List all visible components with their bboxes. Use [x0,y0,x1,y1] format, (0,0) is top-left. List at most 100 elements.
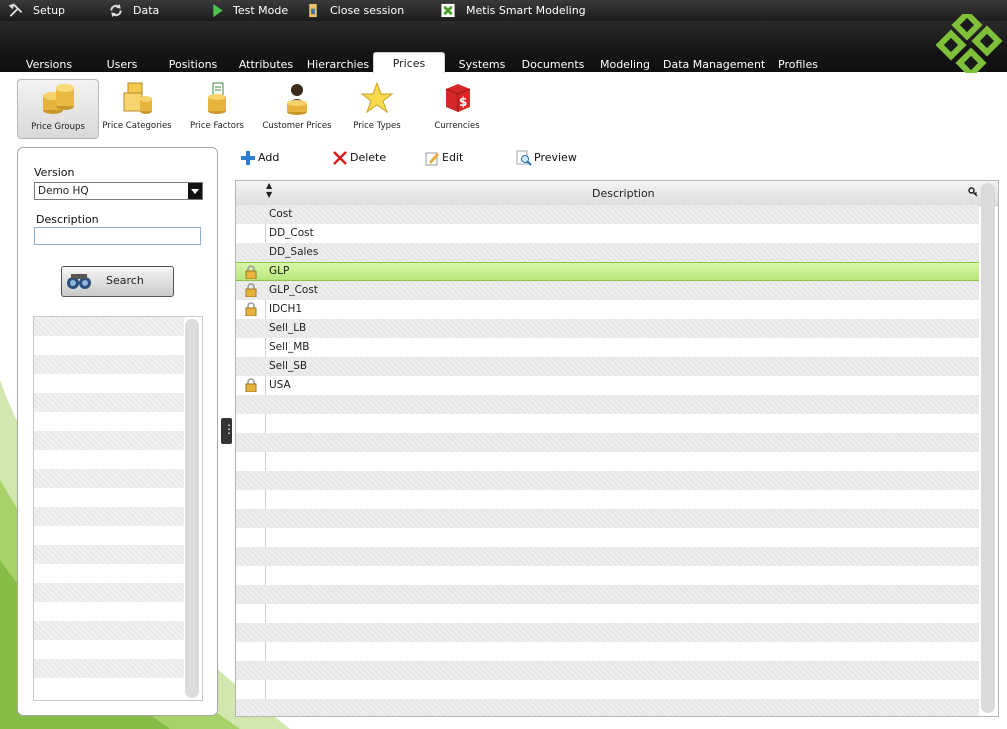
list-item[interactable] [34,431,184,450]
key-icon[interactable] [968,187,978,197]
preview-magnifier-icon [516,150,532,166]
tab-users[interactable]: Users [102,57,142,72]
panel-splitter-handle[interactable] [221,418,235,444]
top-menu-bar: Setup Data Test Mode Close session Metis… [0,0,1007,21]
list-item[interactable] [34,526,184,545]
table-row[interactable]: Cost [236,205,979,224]
delete-button[interactable]: Delete [332,150,392,166]
tab-documents[interactable]: Documents [521,57,585,72]
empty-row [236,395,979,414]
grid-scrollbar[interactable] [981,183,995,713]
price-subnav: Price Groups Price Categories Price Fact… [0,73,1007,139]
sort-icon[interactable]: ▲ ▼ [266,181,272,199]
list-item[interactable] [34,507,184,526]
table-row[interactable]: DD_Cost [236,224,979,243]
subnav-price-factors[interactable]: Price Factors [177,79,257,137]
list-item[interactable] [34,374,184,393]
edit-pencil-icon [425,152,439,166]
lock-icon [245,302,257,316]
table-row[interactable]: Sell_LB [236,319,979,338]
version-value: Demo HQ [38,185,89,197]
list-item[interactable] [34,355,184,374]
tab-attributes[interactable]: Attributes [237,57,295,72]
test-mode-menu[interactable]: Test Mode [210,0,290,21]
data-menu[interactable]: Data [108,0,168,21]
tab-prices[interactable]: Prices [373,52,445,74]
tab-versions[interactable]: Versions [20,57,78,72]
search-button[interactable]: Search [61,266,174,297]
grid-header: ▲ ▼ Description [236,181,998,206]
filter-panel: Version Demo HQ Description Search [17,147,218,716]
table-row[interactable]: GLP_Cost [236,281,979,300]
list-item[interactable] [34,450,184,469]
table-row[interactable]: DD_Sales [236,243,979,262]
description-cell: DD_Sales [269,246,319,258]
list-item[interactable] [34,336,184,355]
subnav-price-types[interactable]: Price Types [337,79,417,137]
list-item[interactable] [34,659,184,678]
version-select[interactable]: Demo HQ [34,182,203,200]
description-cell: Sell_LB [269,322,307,334]
plus-icon [241,151,255,165]
empty-row [236,414,979,433]
empty-row [236,585,979,604]
description-cell: USA [269,379,291,391]
list-item[interactable] [34,564,184,583]
tab-systems[interactable]: Systems [456,57,508,72]
add-button[interactable]: Add [240,150,290,166]
setup-menu[interactable]: Setup [8,0,68,21]
description-cell: Sell_SB [269,360,308,372]
app-title: Metis Smart Modeling [440,0,586,21]
empty-row [236,471,979,490]
description-cell: Cost [269,208,293,220]
list-item[interactable] [34,621,184,640]
edit-button[interactable]: Edit [424,150,474,166]
list-item[interactable] [34,678,184,697]
tab-profiles[interactable]: Profiles [774,57,822,72]
left-result-list[interactable] [33,316,203,701]
close-session-menu[interactable]: Close session [305,0,405,21]
empty-row [236,509,979,528]
tab-data-management[interactable]: Data Management [663,57,765,72]
coins-factor-icon [208,82,226,114]
description-input[interactable] [34,227,201,245]
subnav-price-categories[interactable]: Price Categories [97,79,177,137]
empty-row [236,642,979,661]
close-session-icon [309,3,317,18]
subnav-customer-prices[interactable]: Customer Prices [257,79,337,137]
play-icon [213,3,223,18]
table-row[interactable]: USA [236,376,979,395]
tab-modeling[interactable]: Modeling [599,57,651,72]
preview-button[interactable]: Preview [516,150,586,166]
list-item[interactable] [34,602,184,621]
empty-row [236,566,979,585]
table-row[interactable]: IDCH1 [236,300,979,319]
subnav-currencies[interactable]: $ Currencies [417,79,497,137]
empty-row [236,490,979,509]
tools-icon [8,3,23,17]
column-header-description[interactable]: Description [592,187,655,200]
left-list-scrollbar[interactable] [185,319,199,698]
list-item[interactable] [34,393,184,412]
coins-stack-icon [43,84,74,114]
description-cell: Sell_MB [269,341,310,353]
empty-row [236,699,979,716]
price-groups-grid: ▲ ▼ Description Cost DD_Cost DD_Sales GLP… [235,180,999,717]
list-item[interactable] [34,317,184,336]
list-item[interactable] [34,412,184,431]
customer-coins-icon [287,84,307,115]
description-label: Description [36,213,99,226]
list-item[interactable] [34,488,184,507]
tab-positions[interactable]: Positions [166,57,220,72]
list-item[interactable] [34,469,184,488]
tab-hierarchies[interactable]: Hierarchies [306,57,370,72]
table-row-selected[interactable]: GLP [236,262,979,281]
list-item[interactable] [34,640,184,659]
list-item[interactable] [34,545,184,564]
app-logo-icon [441,3,455,18]
table-row[interactable]: Sell_SB [236,357,979,376]
table-row[interactable]: Sell_MB [236,338,979,357]
svg-text:$: $ [459,95,467,109]
chevron-down-icon[interactable] [188,183,202,199]
list-item[interactable] [34,583,184,602]
